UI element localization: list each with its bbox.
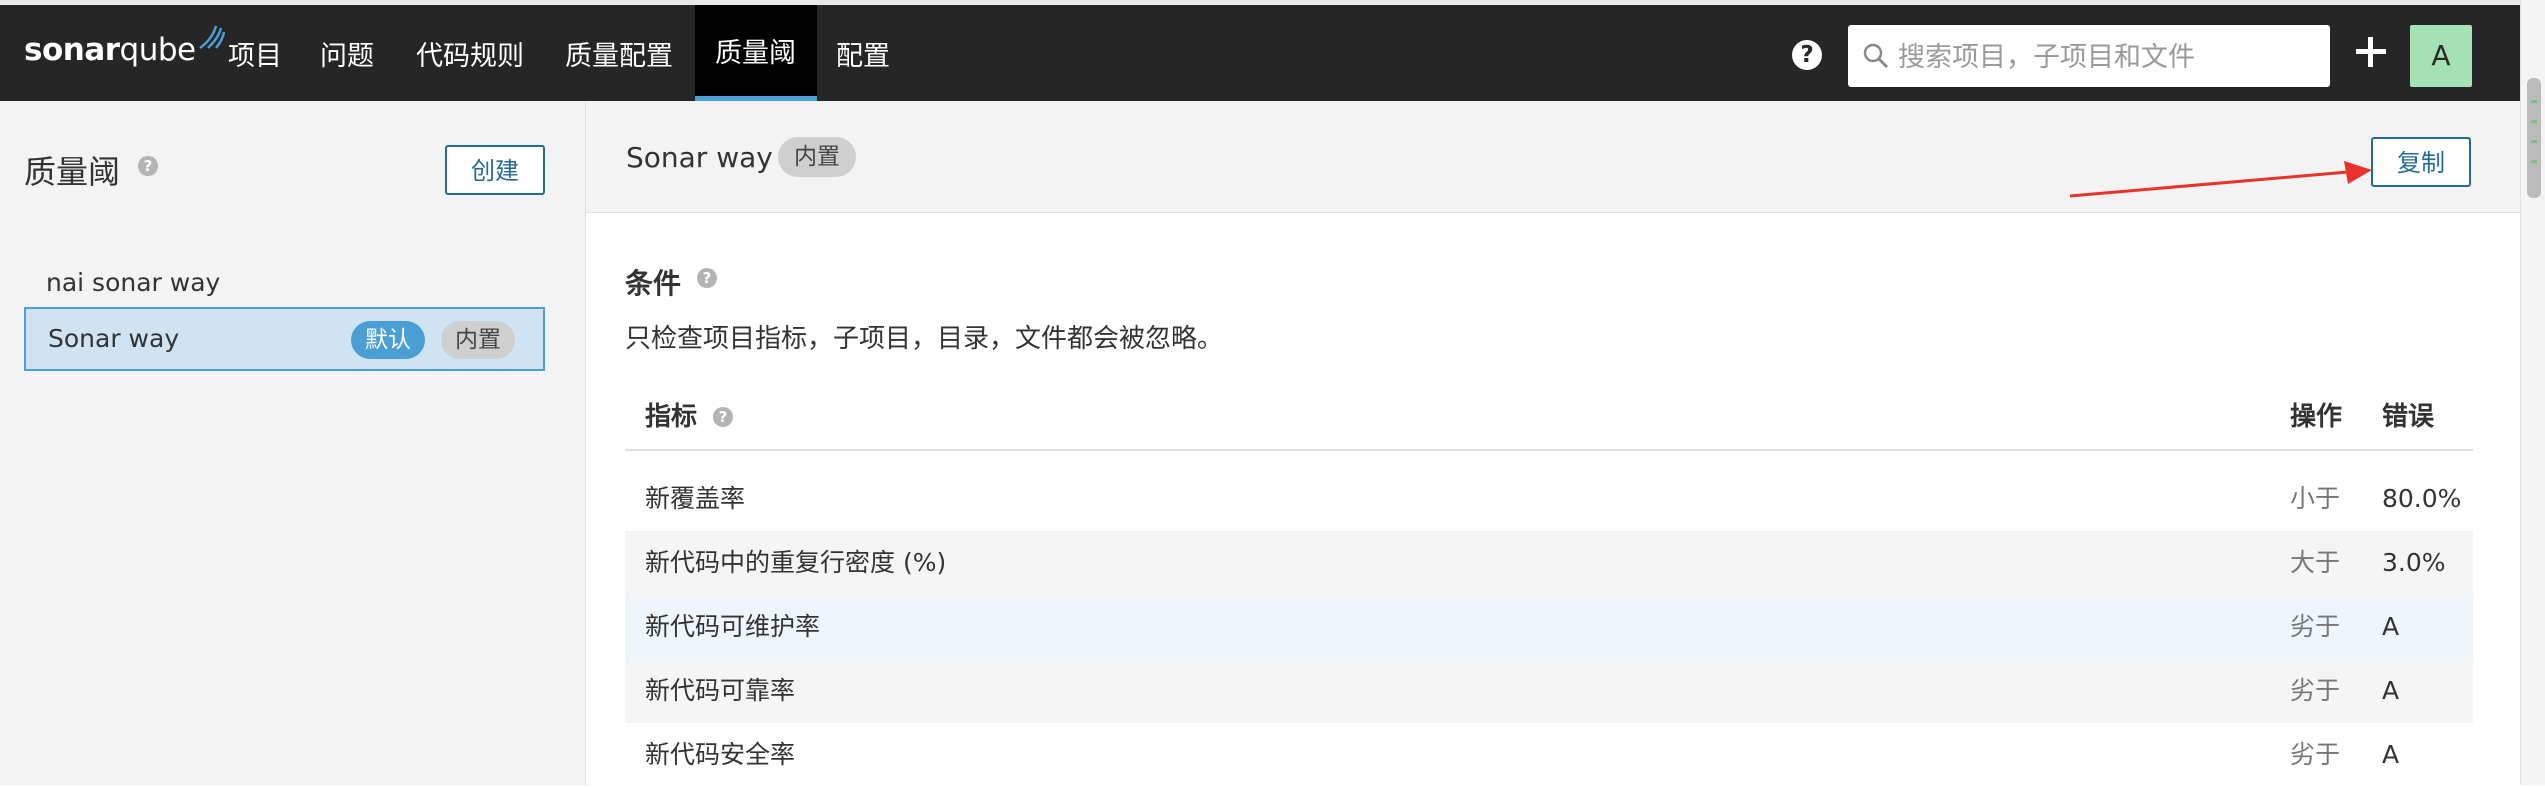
default-badge: 默认 <box>351 321 425 359</box>
user-avatar[interactable]: A <box>2410 25 2472 87</box>
condition-operator: 大于 <box>2290 548 2341 577</box>
condition-operator: 小于 <box>2290 484 2341 513</box>
nav-quality-profiles-label: 质量配置 <box>565 40 673 72</box>
condition-row: 新代码可维护率 劣于 A <box>625 595 2473 659</box>
help-icon[interactable]: ? <box>1792 40 1822 70</box>
copy-button[interactable]: 复制 <box>2371 137 2471 187</box>
global-navbar: sonarqube 项目 问题 代码规则 质量配置 质量阈 配置 ? A <box>0 5 2520 101</box>
gate-list-item-label: nai sonar way <box>46 268 221 297</box>
builtin-badge: 内置 <box>441 321 515 359</box>
nav-quality-gates[interactable]: 质量阈 <box>695 5 817 101</box>
help-tooltip-icon[interactable]: ? <box>713 407 733 427</box>
page-scrollbar[interactable] <box>2520 0 2545 785</box>
nav-rules[interactable]: 代码规则 <box>396 5 544 101</box>
scrollbar-thumb[interactable] <box>2527 78 2541 198</box>
nav-quality-profiles[interactable]: 质量配置 <box>545 5 693 101</box>
scrollbar-marker <box>2531 120 2537 123</box>
gate-list-item-label: Sonar way <box>48 324 180 353</box>
scrollbar-marker <box>2531 140 2537 143</box>
search-icon <box>1863 43 1889 69</box>
sonarqube-logo[interactable]: sonar qube <box>24 25 226 68</box>
condition-operator: 劣于 <box>2290 740 2341 769</box>
logo-text-light: qube <box>119 32 197 68</box>
annotation-arrow-icon <box>2069 161 2372 198</box>
condition-row: 新代码中的重复行密度 (%) 大于 3.0% <box>625 531 2473 595</box>
condition-metric: 新代码中的重复行密度 (%) <box>645 548 947 577</box>
nav-issues[interactable]: 问题 <box>300 5 394 101</box>
scrollbar-marker <box>2531 100 2537 103</box>
quality-gates-sidebar: 质量阈 ? 创建 nai sonar way Sonar way 默认 内置 <box>0 101 586 785</box>
column-header-metric: 指标 <box>645 402 698 432</box>
help-tooltip-icon[interactable]: ? <box>697 268 717 288</box>
create-button[interactable]: 创建 <box>445 145 545 195</box>
nav-administration[interactable]: 配置 <box>816 5 910 101</box>
gate-list-item-selected[interactable]: Sonar way 默认 内置 <box>24 307 545 371</box>
nav-rules-label: 代码规则 <box>416 40 524 72</box>
sidebar-title: 质量阈 <box>24 153 121 191</box>
conditions-description: 只检查项目指标，子项目，目录，文件都会被忽略。 <box>625 324 1224 354</box>
nav-administration-label: 配置 <box>836 40 890 72</box>
gate-list-item[interactable]: nai sonar way <box>24 261 545 305</box>
plus-icon[interactable] <box>2348 29 2394 75</box>
condition-error: 80.0% <box>2382 484 2462 513</box>
condition-row: 新覆盖率 小于 80.0% <box>625 467 2473 531</box>
nav-projects[interactable]: 项目 <box>208 5 302 101</box>
condition-error: A <box>2382 740 2400 769</box>
condition-metric: 新代码可维护率 <box>645 612 821 641</box>
condition-operator: 劣于 <box>2290 676 2341 705</box>
column-header-error: 错误 <box>2382 402 2435 432</box>
logo-text-bold: sonar <box>24 32 120 68</box>
help-tooltip-icon[interactable]: ? <box>138 156 158 176</box>
global-search[interactable] <box>1848 25 2330 89</box>
condition-error: A <box>2382 676 2400 705</box>
condition-metric: 新代码可靠率 <box>645 676 796 705</box>
condition-metric: 新代码安全率 <box>645 740 796 769</box>
scrollbar-marker <box>2531 160 2537 163</box>
gate-title: Sonar way <box>626 141 773 174</box>
nav-issues-label: 问题 <box>320 40 374 72</box>
search-input[interactable] <box>1896 25 2320 89</box>
condition-row: 新代码可靠率 劣于 A <box>625 659 2473 723</box>
condition-error: 3.0% <box>2382 548 2446 577</box>
nav-projects-label: 项目 <box>228 40 282 72</box>
condition-operator: 劣于 <box>2290 612 2341 641</box>
column-header-operator: 操作 <box>2290 402 2343 432</box>
builtin-badge: 内置 <box>778 137 856 177</box>
condition-row: 新代码安全率 劣于 A <box>625 723 2473 787</box>
conditions-title: 条件 <box>625 267 682 300</box>
condition-metric: 新覆盖率 <box>645 484 746 513</box>
header-divider <box>625 449 2473 451</box>
nav-quality-gates-label: 质量阈 <box>715 38 796 69</box>
condition-error: A <box>2382 612 2400 641</box>
